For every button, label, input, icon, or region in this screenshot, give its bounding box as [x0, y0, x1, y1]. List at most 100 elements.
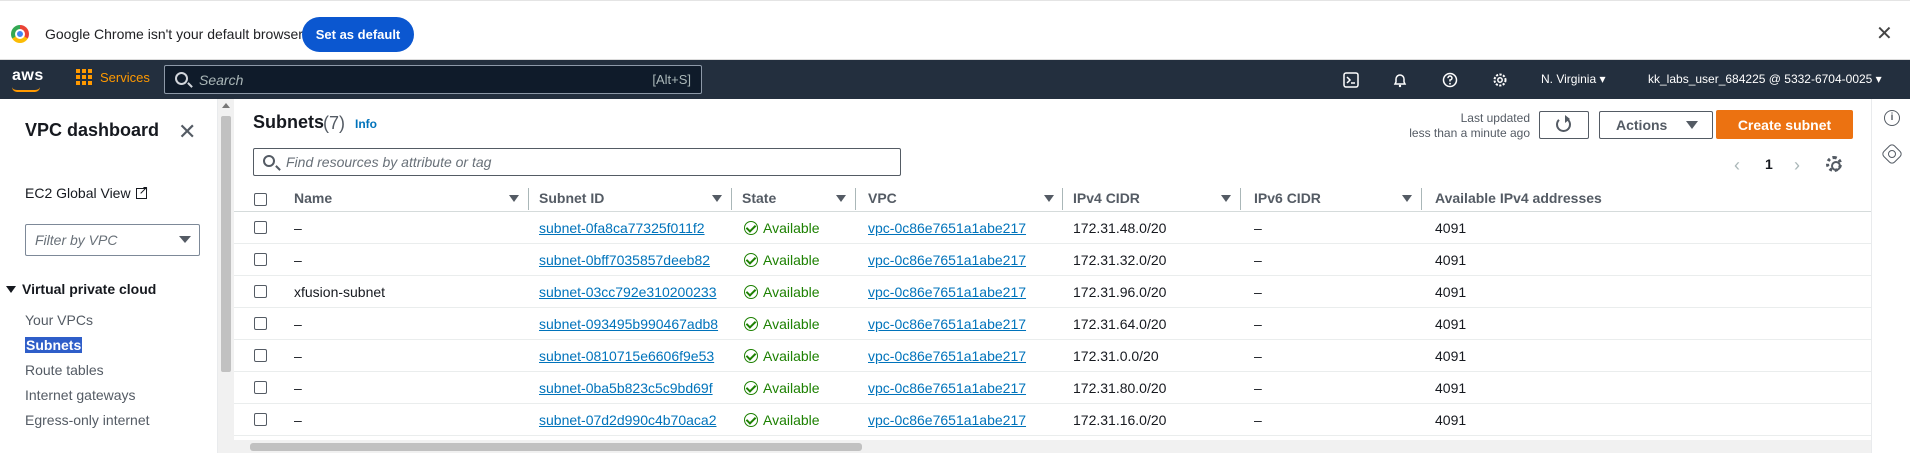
- select-all-checkbox[interactable]: [254, 193, 267, 206]
- table-row[interactable]: – subnet-0fa8ca77325f011f2 Available vpc…: [234, 212, 1871, 244]
- table-row[interactable]: – subnet-07d2d990c4b70aca2 Available vpc…: [234, 404, 1871, 436]
- table-row[interactable]: xfusion-subnet subnet-03cc792e310200233 …: [234, 276, 1871, 308]
- pagination-prev-icon[interactable]: ‹: [1734, 155, 1740, 176]
- row-checkbox[interactable]: [254, 221, 267, 234]
- row-checkbox[interactable]: [254, 253, 267, 266]
- row-checkbox[interactable]: [254, 381, 267, 394]
- sidebar-item-egress-only-internet[interactable]: Egress-only internet: [25, 412, 150, 428]
- sidebar-section-virtual-private-cloud[interactable]: Virtual private cloud: [6, 281, 156, 297]
- subnet-id-link[interactable]: subnet-0bff7035857deeb82: [539, 252, 710, 268]
- row-checkbox[interactable]: [254, 285, 267, 298]
- check-circle-icon: [744, 381, 758, 395]
- vpc-id-link[interactable]: vpc-0c86e7651a1abe217: [868, 316, 1026, 332]
- vpc-id-link[interactable]: vpc-0c86e7651a1abe217: [868, 348, 1026, 364]
- sidebar-item-internet-gateways[interactable]: Internet gateways: [25, 387, 136, 403]
- notifications-bell-icon[interactable]: [1390, 70, 1410, 90]
- sort-icon[interactable]: [1044, 195, 1054, 202]
- sidebar-item-your-vpcs[interactable]: Your VPCs: [25, 312, 93, 328]
- help-icon[interactable]: [1440, 70, 1460, 90]
- create-subnet-button[interactable]: Create subnet: [1716, 110, 1853, 139]
- table-horizontal-scrollbar-thumb[interactable]: [250, 443, 862, 451]
- column-header-available-ipv4[interactable]: Available IPv4 addresses: [1435, 190, 1602, 206]
- sidebar-item-subnets[interactable]: Subnets: [25, 337, 83, 353]
- cell-available-ipv4: 4091: [1435, 412, 1467, 428]
- info-panel-icon[interactable]: i: [1884, 110, 1900, 126]
- subnet-id-link[interactable]: subnet-093495b990467adb8: [539, 316, 718, 332]
- check-circle-icon: [744, 317, 758, 331]
- column-divider[interactable]: [528, 188, 529, 210]
- row-checkbox[interactable]: [254, 413, 267, 426]
- table-row[interactable]: – subnet-0ba5b823c5c9bd69f Available vpc…: [234, 372, 1871, 404]
- refresh-icon: [1556, 115, 1571, 132]
- sort-icon[interactable]: [712, 195, 722, 202]
- sort-icon[interactable]: [1221, 195, 1231, 202]
- account-menu[interactable]: kk_labs_user_684225 @ 5332-6704-0025 ▾: [1648, 72, 1882, 86]
- status-badge: Available: [744, 348, 820, 364]
- info-link[interactable]: Info: [355, 117, 377, 131]
- column-divider[interactable]: [1240, 188, 1241, 210]
- region-selector[interactable]: N. Virginia ▾: [1541, 72, 1606, 86]
- vpc-id-link[interactable]: vpc-0c86e7651a1abe217: [868, 412, 1026, 428]
- column-divider[interactable]: [1421, 188, 1422, 210]
- column-divider[interactable]: [1062, 188, 1063, 210]
- sidebar-item-label: EC2 Global View: [25, 185, 131, 201]
- vpc-id-link[interactable]: vpc-0c86e7651a1abe217: [868, 284, 1026, 300]
- row-checkbox[interactable]: [254, 317, 267, 330]
- refresh-button[interactable]: [1539, 111, 1589, 139]
- table-preferences-gear-icon[interactable]: [1826, 156, 1842, 172]
- close-icon[interactable]: ✕: [1876, 21, 1893, 46]
- cell-ipv4-cidr: 172.31.80.0/20: [1073, 380, 1167, 396]
- sidebar-title: VPC dashboard: [25, 120, 160, 140]
- subnet-id-link[interactable]: subnet-03cc792e310200233: [539, 284, 717, 300]
- last-updated-value: less than a minute ago: [1409, 126, 1530, 140]
- close-icon[interactable]: ✕: [178, 119, 196, 145]
- filter-by-vpc-select[interactable]: Filter by VPC: [25, 224, 200, 256]
- subnet-id-link[interactable]: subnet-0fa8ca77325f011f2: [539, 220, 705, 236]
- status-badge: Available: [744, 284, 820, 300]
- vpc-id-link[interactable]: vpc-0c86e7651a1abe217: [868, 252, 1026, 268]
- sort-icon[interactable]: [1402, 195, 1412, 202]
- column-header-vpc[interactable]: VPC: [868, 190, 897, 206]
- settings-panel-icon[interactable]: [1880, 142, 1904, 166]
- set-as-default-button[interactable]: Set as default: [302, 17, 414, 52]
- column-header-subnet-id[interactable]: Subnet ID: [539, 190, 604, 206]
- aws-logo[interactable]: aws: [12, 67, 44, 85]
- cell-ipv4-cidr: 172.31.32.0/20: [1073, 252, 1167, 268]
- cloudshell-icon[interactable]: [1341, 70, 1361, 90]
- column-divider[interactable]: [855, 188, 856, 210]
- subnets-panel: Subnets (7) Info Last updated less than …: [234, 99, 1871, 453]
- table-row[interactable]: – subnet-0bff7035857deeb82 Available vpc…: [234, 244, 1871, 276]
- row-checkbox[interactable]: [254, 349, 267, 362]
- search-input[interactable]: Search [Alt+S]: [164, 65, 702, 94]
- column-divider[interactable]: [731, 188, 732, 210]
- resource-search-input[interactable]: Find resources by attribute or tag: [253, 148, 901, 176]
- sort-icon[interactable]: [836, 195, 846, 202]
- cell-available-ipv4: 4091: [1435, 284, 1467, 300]
- pagination-next-icon[interactable]: ›: [1794, 155, 1800, 176]
- column-header-ipv4-cidr[interactable]: IPv4 CIDR: [1073, 190, 1140, 206]
- status-label: Available: [763, 380, 820, 396]
- vpc-id-link[interactable]: vpc-0c86e7651a1abe217: [868, 220, 1026, 236]
- cell-name: –: [294, 220, 302, 236]
- chrome-infobar-message: Google Chrome isn't your default browser: [45, 26, 303, 42]
- table-row[interactable]: – subnet-0810715e6606f9e53 Available vpc…: [234, 340, 1871, 372]
- subnet-id-link[interactable]: subnet-0ba5b823c5c9bd69f: [539, 380, 713, 396]
- column-header-name[interactable]: Name: [294, 190, 332, 206]
- status-badge: Available: [744, 412, 820, 428]
- table-row[interactable]: – subnet-093495b990467adb8 Available vpc…: [234, 308, 1871, 340]
- scroll-up-icon[interactable]: [222, 103, 230, 108]
- actions-button[interactable]: Actions: [1599, 111, 1713, 139]
- sidebar-item-route-tables[interactable]: Route tables: [25, 362, 104, 378]
- sidebar-item-ec2-global-view[interactable]: EC2 Global View: [25, 183, 149, 201]
- sidebar-scrollbar-thumb[interactable]: [221, 116, 231, 372]
- subnet-id-link[interactable]: subnet-0810715e6606f9e53: [539, 348, 714, 364]
- pagination-page[interactable]: 1: [1765, 156, 1773, 172]
- check-circle-icon: [744, 285, 758, 299]
- subnet-id-link[interactable]: subnet-07d2d990c4b70aca2: [539, 412, 717, 428]
- services-menu[interactable]: Services: [76, 69, 150, 85]
- vpc-id-link[interactable]: vpc-0c86e7651a1abe217: [868, 380, 1026, 396]
- column-header-ipv6-cidr[interactable]: IPv6 CIDR: [1254, 190, 1321, 206]
- settings-gear-icon[interactable]: [1490, 70, 1510, 90]
- sort-icon[interactable]: [509, 195, 519, 202]
- column-header-state[interactable]: State: [742, 190, 776, 206]
